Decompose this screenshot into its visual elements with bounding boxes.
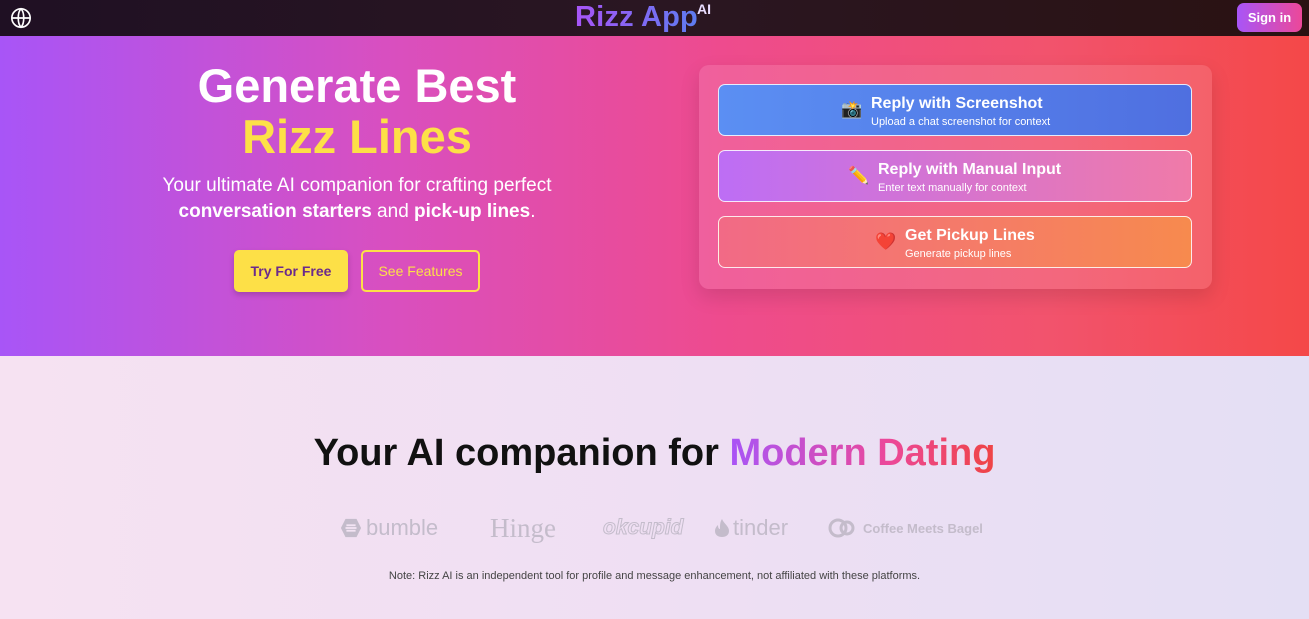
- tinder-logo: tinder: [714, 514, 788, 542]
- try-for-free-button[interactable]: Try For Free: [234, 250, 348, 292]
- okcupid-logo: okcupid: [603, 514, 685, 542]
- hero-subtitle-period: .: [530, 201, 536, 222]
- heading-gradient-text: Modern Dating: [729, 432, 996, 474]
- camera-icon: 📸: [841, 100, 863, 119]
- bumble-hexagon-icon: [340, 518, 362, 538]
- bumble-logo: bumble: [340, 514, 438, 542]
- heart-icon: ❤️: [875, 232, 897, 251]
- hero-subtitle-and: and: [371, 201, 415, 222]
- bumble-logo-text: bumble: [366, 515, 439, 540]
- dating-apps-section: Your AI companion for Modern Dating bumb…: [0, 356, 1309, 619]
- hero-subtitle-line1: Your ultimate AI companion for crafting …: [162, 175, 552, 196]
- coffee-meets-bagel-logo-text: Coffee Meets Bagel: [863, 520, 983, 536]
- hero-title-line1: Generate Best: [197, 59, 517, 112]
- option-description: Upload a chat screenshot for context: [871, 116, 1051, 128]
- hero-title-line2: Rizz Lines: [242, 110, 472, 163]
- hero-subtitle-line2: conversation starters and pick-up lines.: [0, 201, 714, 224]
- okcupid-logo-text: okcupid: [603, 516, 685, 540]
- brand-logo-text[interactable]: Rizz App: [575, 1, 698, 35]
- hero-subtitle-bold-pickup: pick-up lines: [414, 201, 531, 222]
- pencil-icon: ✏️: [848, 166, 870, 185]
- disclaimer-note: Note: Rizz AI is an independent tool for…: [388, 570, 921, 582]
- hinge-logo: Hinge: [490, 512, 556, 543]
- globe-icon[interactable]: [10, 7, 32, 29]
- bagel-rings-icon: [828, 518, 855, 538]
- reply-with-screenshot-option[interactable]: 📸 Reply with Screenshot Upload a chat sc…: [718, 84, 1192, 136]
- option-description: Generate pickup lines: [905, 248, 1012, 260]
- option-description: Enter text manually for context: [878, 182, 1027, 194]
- heading-plain-text: Your AI companion for: [313, 432, 730, 474]
- hero-section: Generate Best Rizz Lines Your ultimate A…: [0, 36, 1309, 356]
- section-heading: Your AI companion for Modern Dating: [0, 432, 1309, 475]
- brand-ai-superscript: AI: [697, 1, 711, 17]
- hinge-logo-text: Hinge: [490, 512, 556, 543]
- coffee-meets-bagel-logo: Coffee Meets Bagel: [828, 514, 983, 542]
- option-title: Get Pickup Lines: [905, 227, 1035, 244]
- hero-subtitle-bold-starters: conversation starters: [178, 201, 372, 222]
- get-pickup-lines-option[interactable]: ❤️ Get Pickup Lines Generate pickup line…: [718, 216, 1192, 268]
- option-title: Reply with Manual Input: [878, 161, 1062, 178]
- reply-options-panel: 📸 Reply with Screenshot Upload a chat sc…: [699, 65, 1212, 289]
- sign-in-button[interactable]: Sign in: [1237, 3, 1302, 32]
- flame-icon: [715, 519, 729, 537]
- tinder-logo-text: tinder: [733, 515, 789, 540]
- option-title: Reply with Screenshot: [871, 95, 1043, 112]
- see-features-button[interactable]: See Features: [361, 250, 480, 292]
- reply-with-manual-input-option[interactable]: ✏️ Reply with Manual Input Enter text ma…: [718, 150, 1192, 202]
- top-bar: Rizz App AI Sign in: [0, 0, 1309, 36]
